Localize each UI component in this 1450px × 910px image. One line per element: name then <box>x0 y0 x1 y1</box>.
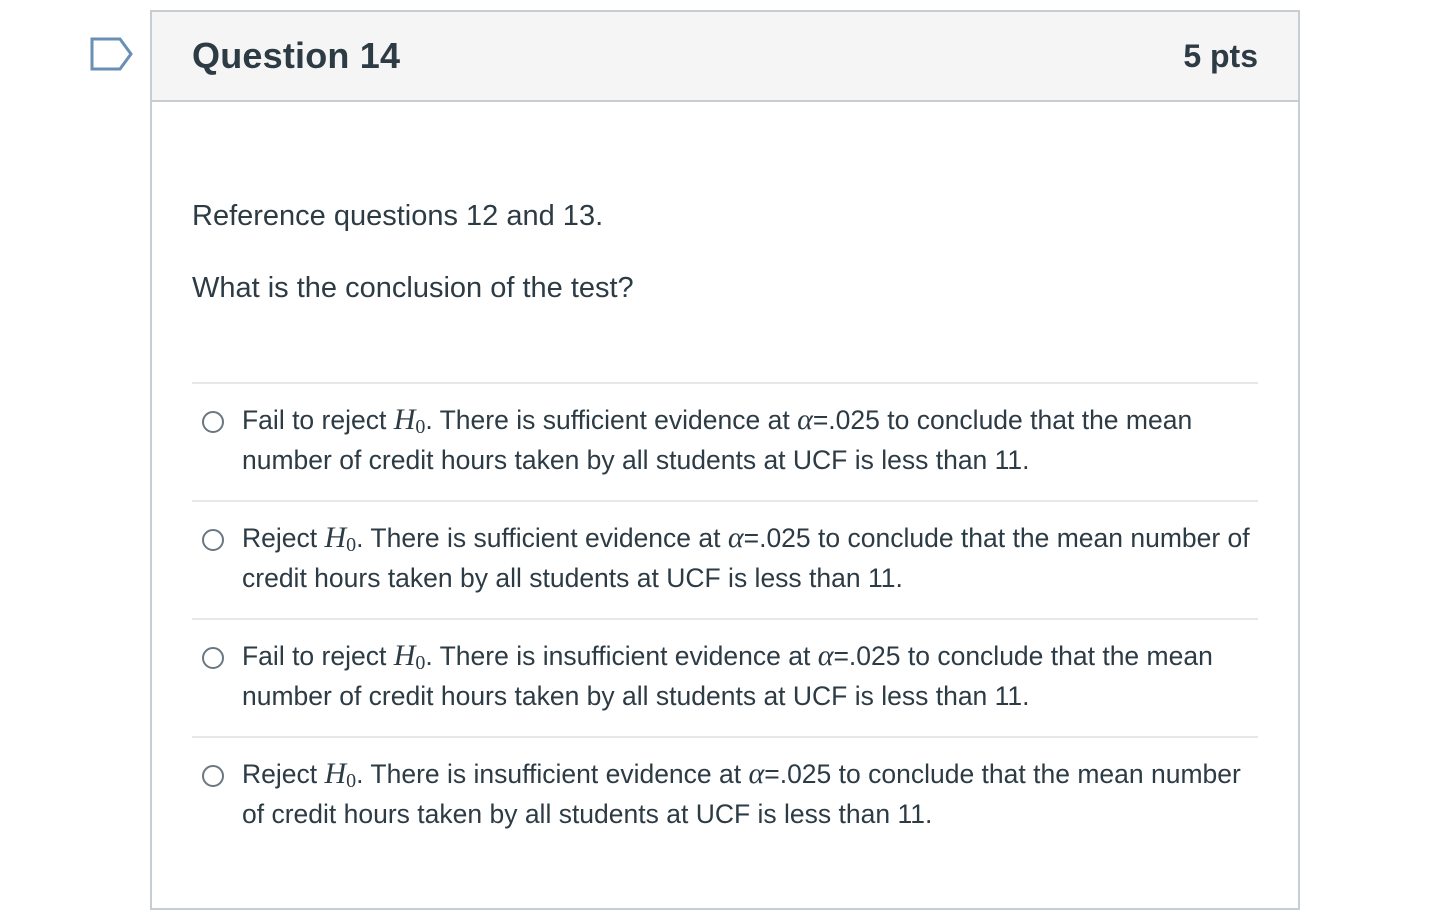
answer-text: Fail to reject H0. There is sufficient e… <box>242 403 1193 475</box>
answer-option-2[interactable]: Reject H0. There is sufficient evidence … <box>192 502 1258 620</box>
question-card: Question 14 5 pts Reference questions 12… <box>150 10 1300 910</box>
bookmark-flag-icon[interactable] <box>90 37 134 73</box>
radio-button[interactable] <box>202 411 224 433</box>
question-reference-text: Reference questions 12 and 13. <box>192 200 604 232</box>
answer-list: Fail to reject H0. There is sufficient e… <box>192 382 1258 854</box>
radio-button[interactable] <box>202 529 224 551</box>
answer-text: Reject H0. There is sufficient evidence … <box>242 521 1250 593</box>
question-title: Question 14 <box>192 35 401 76</box>
h0-symbol: H0 <box>393 403 426 438</box>
question-points: 5 pts <box>1183 37 1258 74</box>
radio-button[interactable] <box>202 765 224 787</box>
h0-symbol: H0 <box>393 639 426 674</box>
alpha-symbol: α <box>727 521 744 554</box>
question-prompt-text: What is the conclusion of the test? <box>192 272 634 304</box>
h0-symbol: H0 <box>324 521 357 556</box>
radio-button[interactable] <box>202 647 224 669</box>
h0-symbol: H0 <box>324 757 357 792</box>
answer-option-4[interactable]: Reject H0. There is insufficient evidenc… <box>192 738 1258 854</box>
question-header: Question 14 5 pts <box>152 12 1298 102</box>
answer-text: Fail to reject H0. There is insufficient… <box>242 639 1213 711</box>
question-body: Reference questions 12 and 13. What is t… <box>152 102 1298 854</box>
alpha-symbol: α <box>797 403 813 436</box>
answer-text: Reject H0. There is insufficient evidenc… <box>242 757 1241 829</box>
alpha-symbol: α <box>817 639 834 672</box>
answer-option-3[interactable]: Fail to reject H0. There is insufficient… <box>192 620 1258 738</box>
alpha-symbol: α <box>748 757 765 790</box>
answer-option-1[interactable]: Fail to reject H0. There is sufficient e… <box>192 384 1258 502</box>
